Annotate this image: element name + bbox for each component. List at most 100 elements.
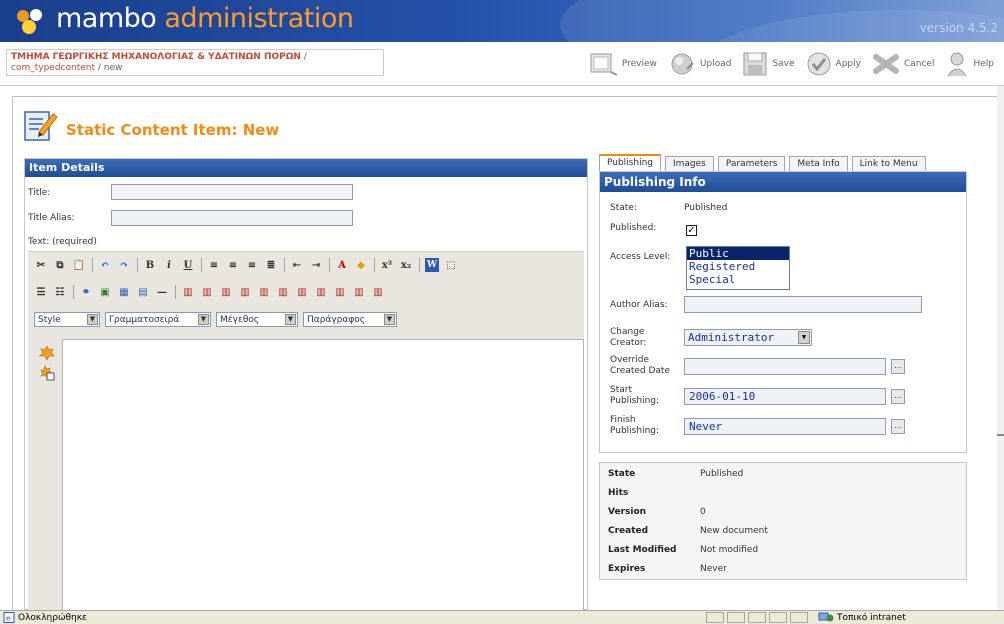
published-checkbox[interactable]: ✓ xyxy=(686,225,697,236)
media-icon[interactable]: ▦ xyxy=(117,285,131,299)
upload-button[interactable]: Upload xyxy=(667,51,731,77)
word-paste-icon[interactable]: W xyxy=(425,258,439,272)
align-center-icon[interactable]: ≡ xyxy=(226,258,240,272)
font-select[interactable]: Γραμματοσειρά ▼ xyxy=(105,312,211,327)
finish-publishing-input[interactable]: Never xyxy=(684,418,886,435)
row-insert-icon[interactable]: ▥ xyxy=(219,285,233,299)
chevron-down-icon: ▼ xyxy=(198,314,209,325)
size-select[interactable]: Μέγεθος ▼ xyxy=(216,312,298,327)
undo-icon[interactable]: ↶ xyxy=(98,258,112,272)
change-creator-label-line2: Creator: xyxy=(610,338,647,348)
column-delete-icon[interactable]: ▥ xyxy=(276,285,290,299)
vertical-scrollbar[interactable] xyxy=(997,86,1004,610)
override-label-line2: Created Date xyxy=(610,366,670,376)
tab-parameters[interactable]: Parameters xyxy=(717,156,786,171)
copy-icon[interactable]: ⧉ xyxy=(53,258,67,272)
status-text: Ολοκληρώθηκε xyxy=(18,612,87,623)
help-button[interactable]: Help xyxy=(944,51,994,77)
subscript-icon[interactable]: x₂ xyxy=(399,258,413,272)
toolbar-separator xyxy=(92,258,93,272)
size-select-value: Μέγεθος xyxy=(220,314,260,325)
help-icon xyxy=(948,52,967,77)
table-props-icon[interactable]: ▥ xyxy=(200,285,214,299)
change-creator-select[interactable]: Administrator ▼ xyxy=(684,329,812,346)
save-button[interactable]: Save xyxy=(741,51,795,77)
access-option-public[interactable]: Public xyxy=(687,247,789,260)
cancel-button[interactable]: Cancel xyxy=(871,51,935,77)
title-input[interactable] xyxy=(111,184,353,200)
start-publishing-input[interactable]: 2006-01-10 xyxy=(684,388,886,405)
preview-label: Preview xyxy=(621,59,657,69)
breadcrumb: ΤΜΗΜΑ ΓΕΩΡΓΙΚΗΣ ΜΗΧΑΝΟΛΟΓΙΑΣ & ΥΔΑΤΙΝΩΝ … xyxy=(6,49,384,76)
template-icon[interactable]: ▤ xyxy=(136,285,150,299)
align-left-icon[interactable]: ≡ xyxy=(207,258,221,272)
cell-split-icon[interactable]: ▥ xyxy=(295,285,309,299)
finish-label-line2: Publishing: xyxy=(610,426,660,436)
cell-merge-icon[interactable]: ▥ xyxy=(314,285,328,299)
unordered-list-icon[interactable]: ☷ xyxy=(53,285,67,299)
cut-icon[interactable]: ✂ xyxy=(34,258,48,272)
override-created-input[interactable] xyxy=(684,358,886,375)
preview-button[interactable]: Preview xyxy=(589,51,657,77)
row-delete-icon[interactable]: ▥ xyxy=(238,285,252,299)
format-select[interactable]: Παράγραφος ▼ xyxy=(303,312,397,327)
outdent-icon[interactable]: ⇤ xyxy=(290,258,304,272)
intranet-zone-icon xyxy=(818,612,834,622)
underline-icon[interactable]: U xyxy=(181,258,195,272)
access-option-special[interactable]: Special xyxy=(687,273,789,286)
text-color-icon[interactable]: A xyxy=(335,258,349,272)
apply-button[interactable]: Apply xyxy=(805,51,861,77)
cancel-label: Cancel xyxy=(903,59,935,69)
toolbar-separator xyxy=(329,258,330,272)
change-creator-label: Change Creator: xyxy=(610,327,646,349)
tab-images[interactable]: Images xyxy=(665,156,714,171)
title-alias-input[interactable] xyxy=(111,210,353,226)
finish-calendar-button[interactable]: ... xyxy=(891,419,905,434)
horizontal-rule-icon[interactable]: — xyxy=(155,285,169,299)
override-calendar-button[interactable]: ... xyxy=(891,359,905,374)
toolbar-separator xyxy=(284,258,285,272)
highlight-color-icon[interactable]: ◆ xyxy=(354,258,368,272)
access-level-listbox[interactable]: Public Registered Special xyxy=(686,246,790,290)
insert-image-icon[interactable] xyxy=(39,345,55,361)
italic-icon[interactable]: i xyxy=(162,258,176,272)
publishing-panel: Publishing Images Parameters Meta Info L… xyxy=(597,154,972,610)
security-zone[interactable]: Τοπικό intranet xyxy=(818,612,906,623)
frame-border xyxy=(12,96,13,610)
tab-meta-info[interactable]: Meta Info xyxy=(789,156,848,171)
superscript-icon[interactable]: x² xyxy=(380,258,394,272)
table-delete-icon[interactable]: ▥ xyxy=(371,285,385,299)
insert-pagebreak-icon[interactable] xyxy=(39,365,55,381)
table-insert-icon[interactable]: ▥ xyxy=(181,285,195,299)
select-all-icon[interactable]: ⬚ xyxy=(444,258,458,272)
start-calendar-button[interactable]: ... xyxy=(891,389,905,404)
row-props-icon[interactable]: ▥ xyxy=(352,285,366,299)
tab-link-to-menu[interactable]: Link to Menu xyxy=(851,156,926,171)
cell-props-icon[interactable]: ▥ xyxy=(333,285,347,299)
status-cell xyxy=(790,612,808,623)
indent-icon[interactable]: ⇥ xyxy=(309,258,323,272)
paste-icon[interactable]: 📋 xyxy=(72,258,86,272)
status-cell xyxy=(727,612,745,623)
editor-toolbar-row-1: ✂ ⧉ 📋 ↶ ↷ B i U ≡ ≡ ≡ ≣ ⇤ ⇥ A ◆ x² x₂ W … xyxy=(34,258,463,272)
tab-publishing[interactable]: Publishing xyxy=(599,154,661,171)
style-select[interactable]: Style ▼ xyxy=(34,312,100,327)
link-icon[interactable]: ⚭ xyxy=(79,285,93,299)
breadcrumb-site[interactable]: ΤΜΗΜΑ ΓΕΩΡΓΙΚΗΣ ΜΗΧΑΝΟΛΟΓΙΑΣ & ΥΔΑΤΙΝΩΝ … xyxy=(11,52,301,62)
access-option-registered[interactable]: Registered xyxy=(687,260,789,273)
title-alias-label: Title Alias: xyxy=(28,213,75,223)
align-justify-icon[interactable]: ≣ xyxy=(264,258,278,272)
frame-border xyxy=(12,96,997,97)
bold-icon[interactable]: B xyxy=(143,258,157,272)
align-right-icon[interactable]: ≡ xyxy=(245,258,259,272)
author-alias-input[interactable] xyxy=(684,296,922,313)
ordered-list-icon[interactable]: ☰ xyxy=(34,285,48,299)
finish-label-line1: Finish xyxy=(610,415,636,425)
image-icon[interactable]: ▣ xyxy=(98,285,112,299)
breadcrumb-component[interactable]: com_typedcontent xyxy=(11,63,95,73)
editor-content-area[interactable] xyxy=(62,339,584,611)
save-label: Save xyxy=(772,59,795,69)
column-insert-icon[interactable]: ▥ xyxy=(257,285,271,299)
chevron-down-icon: ▼ xyxy=(384,314,395,325)
redo-icon[interactable]: ↷ xyxy=(117,258,131,272)
